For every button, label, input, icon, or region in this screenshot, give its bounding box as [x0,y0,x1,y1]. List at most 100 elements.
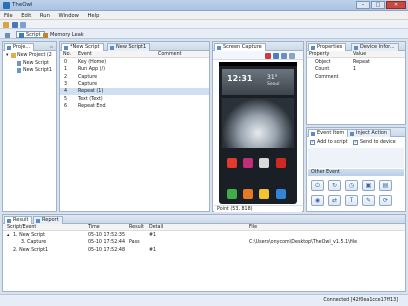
perspective-memory-leak[interactable]: Memory Leak [40,31,88,38]
app-icon-4[interactable] [276,158,286,168]
property-name: Comment [315,74,339,80]
rotate-icon[interactable] [289,52,295,59]
table-row[interactable]: 6 Repeat End [60,103,209,110]
row-no: 4 [64,89,68,95]
event-item-panel: Event Item Inject Action ✓ Add to script… [306,127,406,212]
script-file-icon [17,68,21,73]
screen-capture-panel: Screen Capture 12:31 31° Seoul Point (53… [212,41,304,212]
menu-edit[interactable]: Edit [17,11,34,19]
repeat-event-icon[interactable]: ⟳ [379,195,392,206]
menu-help[interactable]: Help [84,11,103,19]
tab-report[interactable]: Report [33,216,63,224]
menu-run[interactable]: Run [36,11,53,19]
phone-screen[interactable]: 12:31 31° Seoul [219,62,297,204]
minimize-button[interactable]: – [356,1,370,9]
result-file-path[interactable]: C:\Users\onycom\Desktop\TheOwl_v1.5.1\fi… [249,239,357,246]
table-row[interactable]: 5 Text (Text) [60,96,209,103]
col-time[interactable]: Time [88,224,100,231]
perspective-script-label: Script [26,31,41,38]
refresh-icon[interactable] [273,52,279,59]
weather-city: Seoul [267,82,280,87]
messages-dock-icon[interactable] [259,189,269,199]
send-to-device-checkbox[interactable]: ✓ [353,140,358,145]
app-icon-2[interactable] [243,158,253,168]
project-panel: Proje... ▫ ▾ New Project (2 New Script N… [2,41,57,212]
save-all-icon[interactable] [20,21,26,28]
zoom-icon[interactable] [281,52,287,59]
contacts-dock-icon[interactable] [243,189,253,199]
close-button[interactable]: ✕ [386,1,406,9]
capture-event-icon[interactable]: ▣ [362,180,375,191]
result-row[interactable]: 3. Capture 05-10 17:52:44 Pass C:\Users\… [3,239,405,246]
result-status: Pass [129,240,140,246]
new-file-icon[interactable] [3,21,9,28]
table-row[interactable]: 3 Capture [60,81,209,88]
col-event[interactable]: Event [78,51,92,58]
tab-new-script1[interactable]: New Script1 [107,43,151,51]
col-result[interactable]: Result [129,224,144,231]
phone-dock-icon[interactable] [227,189,237,199]
app-icon-3[interactable] [259,158,269,168]
property-row[interactable]: Count 1 [307,66,405,73]
table-row[interactable]: 2 Capture [60,74,209,81]
tab-result[interactable]: Result [4,216,33,224]
menu-window[interactable]: Window [54,11,81,19]
result-script: 3. Capture [21,240,47,246]
row-no: 5 [64,96,68,102]
tree-item-project[interactable]: ▾ New Project (2 [6,52,56,59]
tab-project-label: Proje... [13,44,31,50]
text-event-icon[interactable]: T [345,195,358,206]
property-row[interactable]: Comment [307,74,405,81]
phone-status-bar [219,62,297,66]
drag-event-icon[interactable]: ⇄ [328,195,341,206]
tab-screen-capture[interactable]: Screen Capture [214,43,266,51]
add-to-script-label: Add to script [317,140,348,145]
row-no: 0 [64,60,68,65]
col-no[interactable]: No. [63,51,71,58]
result-panel: Result Report Script/Event Time Result D… [2,214,406,292]
table-row[interactable]: 0 Key (Home) [60,59,209,66]
power-event-icon[interactable]: ⏻ [311,180,324,191]
tab-new-script[interactable]: *New Script [61,43,104,51]
tab-project[interactable]: Proje... [4,43,35,51]
col-value[interactable]: Value [353,51,366,58]
col-file[interactable]: File [249,224,257,231]
touch-event-icon[interactable]: ◉ [311,195,324,206]
app-icon-1[interactable] [227,158,237,168]
result-row[interactable]: 2. New Script1 05-10 17:52:48 #1 [3,247,405,254]
col-script-event[interactable]: Script/Event [7,224,36,231]
row-event: Repeat End [78,103,106,109]
result-row[interactable]: ▴ 1. New Script 05-10 17:52:35 #1 [3,232,405,239]
save-icon[interactable] [12,21,18,28]
properties-table-header: Property Value [307,51,405,58]
col-detail[interactable]: Detail [149,224,163,231]
wait-event-icon[interactable]: ◷ [345,180,358,191]
col-property[interactable]: Property [309,51,329,58]
table-row[interactable]: 1 Run App (/) [60,66,209,73]
property-value: 1 [353,67,357,73]
open-perspective-icon [5,32,10,38]
result-detail: #1 [149,233,157,238]
record-icon[interactable] [265,52,271,59]
tree-item-new-script1[interactable]: New Script1 [17,67,56,74]
property-name: Count [315,67,330,73]
tool-event-icon[interactable]: ✎ [362,195,375,206]
tab-properties[interactable]: Properties [308,43,347,51]
rotate-event-icon[interactable]: ↻ [328,180,341,191]
image-event-icon[interactable]: ▤ [379,180,392,191]
menu-file[interactable]: File [0,11,16,19]
maximize-button[interactable]: □ [371,1,385,9]
property-row[interactable]: Object Repeat [307,59,405,66]
col-comment[interactable]: Comment [158,51,182,58]
internet-dock-icon[interactable] [276,189,286,199]
table-row-selected[interactable]: 4 Repeat (1) [60,88,209,96]
script-tab-icon [110,45,114,50]
tab-event-item[interactable]: Event Item [308,129,349,137]
add-to-script-checkbox[interactable]: ✓ [310,140,315,145]
tab-device-info[interactable]: Device Infor... [351,43,399,51]
project-panel-minimize-icon[interactable]: ▫ [49,44,54,49]
other-event-section[interactable]: Other Event [308,169,404,176]
tree-item-new-script[interactable]: New Script [17,60,56,67]
window-title: TheOwl [12,2,33,8]
tab-inject-action[interactable]: Inject Action [347,129,392,137]
